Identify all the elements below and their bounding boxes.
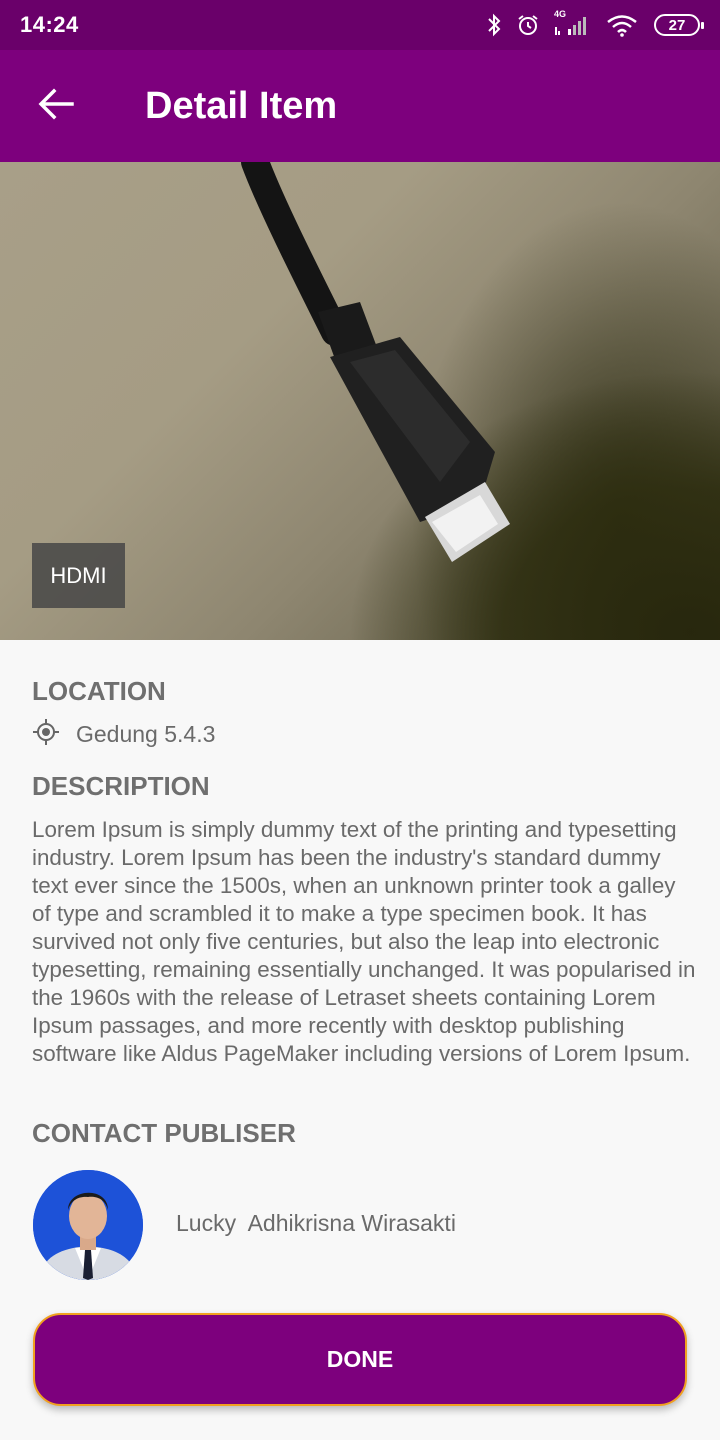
status-icons: 4G 27 xyxy=(486,9,704,37)
item-image: HDMI xyxy=(0,162,720,640)
item-name-label: HDMI xyxy=(50,562,107,588)
publisher-photo xyxy=(33,1170,143,1280)
battery-icon: 27 xyxy=(654,14,704,36)
done-button[interactable]: DONE xyxy=(33,1313,687,1406)
status-bar: 14:24 4G 27 xyxy=(0,0,720,50)
bluetooth-icon xyxy=(486,13,502,37)
arrow-left-icon xyxy=(38,88,74,125)
gps-target-icon xyxy=(32,718,60,751)
contact-heading: CONTACT PUBLISER xyxy=(32,1118,296,1148)
app-bar: Detail Item xyxy=(0,50,720,162)
done-button-label: DONE xyxy=(326,1346,394,1372)
signal-icon: 4G xyxy=(554,9,592,37)
battery-level: 27 xyxy=(668,16,686,34)
page-title: Detail Item xyxy=(145,84,338,127)
description-text: Lorem Ipsum is simply dummy text of the … xyxy=(32,817,696,1066)
location-heading: LOCATION xyxy=(32,676,166,706)
network-type-label: 4G xyxy=(554,9,567,19)
publisher-name: Lucky Adhikrisna Wirasakti xyxy=(176,1210,456,1236)
alarm-icon xyxy=(516,13,540,37)
avatar[interactable] xyxy=(33,1170,143,1280)
location-value: Gedung 5.4.3 xyxy=(76,721,216,747)
status-time: 14:24 xyxy=(20,12,79,37)
item-name-badge: HDMI xyxy=(32,543,125,608)
location-row: Gedung 5.4.3 xyxy=(32,718,215,751)
wifi-icon xyxy=(606,13,640,37)
description-heading: DESCRIPTION xyxy=(32,771,210,801)
back-button[interactable] xyxy=(0,50,112,162)
